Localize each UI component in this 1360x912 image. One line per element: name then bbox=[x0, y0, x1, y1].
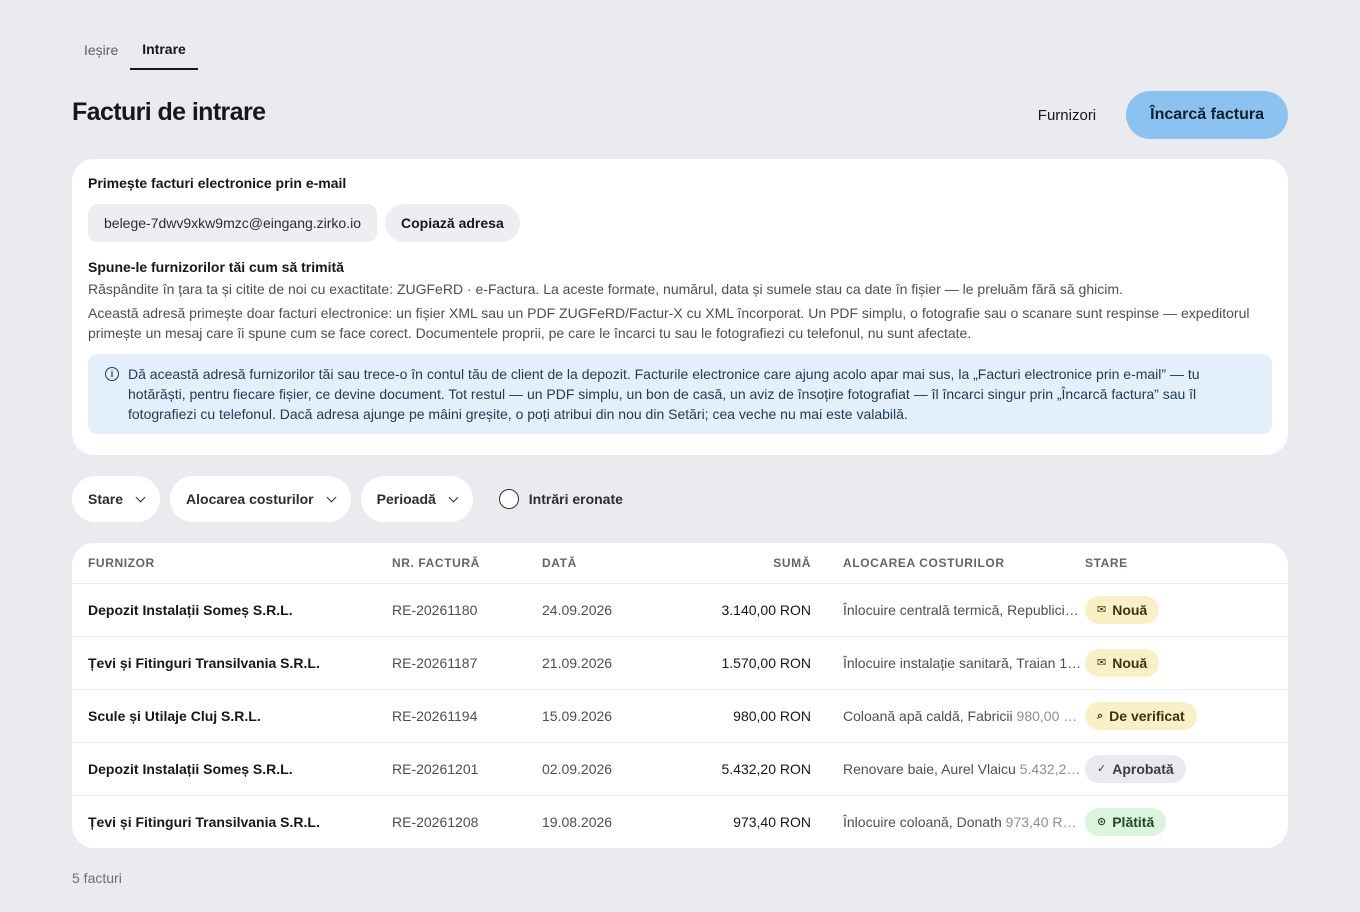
chevron-down-icon bbox=[448, 492, 459, 502]
col-status[interactable]: STARE bbox=[1085, 556, 1285, 570]
invoice-date: 21.09.2026 bbox=[542, 655, 613, 671]
invoice-amount: 1.570,00 RON bbox=[721, 655, 812, 671]
col-supplier[interactable]: FURNIZOR bbox=[72, 556, 392, 570]
cost-allocation-filter-label: Alocarea costurilor bbox=[186, 491, 314, 507]
invoices-table: FURNIZOR NR. FACTURĂ DATĂ SUMĂ ALOCAREA … bbox=[72, 543, 1288, 848]
invoice-date: 24.09.2026 bbox=[542, 602, 613, 618]
status-cell: ⌕ De verificat bbox=[1085, 702, 1285, 730]
page-title: Facturi de intrare bbox=[72, 98, 266, 126]
supplier-name: Scule și Utilaje Cluj S.R.L. bbox=[88, 708, 261, 724]
status-icon: ⌕ bbox=[1097, 709, 1104, 722]
invoice-amount: 980,00 RON bbox=[733, 708, 811, 724]
period-filter-label: Perioadă bbox=[376, 491, 436, 507]
upload-invoice-button[interactable]: Încarcă factura bbox=[1126, 91, 1288, 139]
status-label: Nouă bbox=[1112, 602, 1148, 618]
cost-allocation-filter[interactable]: Alocarea costurilor bbox=[170, 476, 351, 522]
allocation-project: Înlocuire instalație sanitară, Traian 1… bbox=[843, 655, 1082, 671]
info-notice: i Dă această adresă furnizorilor tăi sau… bbox=[88, 354, 1272, 434]
allocation-project: Înlocuire centrală termică, Republici… bbox=[843, 602, 1079, 618]
status-icon: ✉ bbox=[1097, 603, 1107, 616]
invoice-date: 19.08.2026 bbox=[542, 814, 613, 830]
status-label: Plătită bbox=[1112, 814, 1155, 830]
status-cell: ✉ Nouă bbox=[1085, 649, 1285, 677]
invoice-amount: 3.140,00 RON bbox=[721, 602, 812, 618]
cost-allocation: Înlocuire instalație sanitară, Traian 1… bbox=[811, 655, 1085, 671]
allocation-project: Coloană apă caldă, Fabricii bbox=[843, 708, 1013, 724]
inbox-email-address[interactable]: belege-7dwv9xkw9mzc@eingang.zirko.io bbox=[88, 204, 378, 242]
erroneous-entries-checkbox[interactable] bbox=[498, 489, 519, 509]
status-filter-label: Stare bbox=[88, 491, 124, 507]
status-icon: ⊙ bbox=[1097, 815, 1107, 828]
table-row[interactable]: Depozit Instalații Someș S.R.L. RE-202611… bbox=[72, 583, 1288, 636]
table-header-row: FURNIZOR NR. FACTURĂ DATĂ SUMĂ ALOCAREA … bbox=[72, 543, 1288, 583]
invoice-number: RE-20261201 bbox=[392, 761, 479, 777]
formats-paragraph: Răspândite în țara ta și citite de noi c… bbox=[88, 281, 1123, 297]
erroneous-entries-label: Intrări eronate bbox=[528, 491, 623, 507]
table-body: Depozit Instalații Someș S.R.L. RE-202611… bbox=[72, 583, 1288, 848]
suppliers-button[interactable]: Furnizori bbox=[1026, 107, 1108, 124]
supplier-name: Depozit Instalații Someș S.R.L. bbox=[88, 602, 293, 618]
status-label: Nouă bbox=[1112, 655, 1148, 671]
invoice-date: 02.09.2026 bbox=[542, 761, 613, 777]
supplier-name: Depozit Instalații Someș S.R.L. bbox=[88, 761, 293, 777]
table-row[interactable]: Depozit Instalații Someș S.R.L. RE-202612… bbox=[72, 742, 1288, 795]
allocation-amount: 973,40 R… bbox=[1005, 814, 1077, 830]
col-date[interactable]: DATĂ bbox=[542, 556, 642, 570]
status-badge: ⊙ Plătită bbox=[1085, 808, 1167, 836]
cost-allocation: Înlocuire coloană, Donath 973,40 R… bbox=[811, 814, 1085, 830]
status-icon: ✓ bbox=[1097, 762, 1107, 775]
tab-iesire[interactable]: Ieșire bbox=[72, 30, 130, 70]
suppliers-instructions-heading: Spune-le furnizorilor tăi cum să trimită bbox=[88, 259, 344, 275]
invoice-number: RE-20261180 bbox=[392, 602, 478, 618]
col-amount[interactable]: SUMĂ bbox=[642, 556, 811, 570]
erroneous-entries-toggle[interactable]: Intrări eronate bbox=[498, 489, 623, 509]
chevron-down-icon bbox=[326, 492, 337, 502]
invoice-number: RE-20261194 bbox=[392, 708, 478, 724]
allocation-project: Renovare baie, Aurel Vlaicu bbox=[843, 761, 1016, 777]
status-badge: ✉ Nouă bbox=[1085, 596, 1160, 624]
status-label: Aprobată bbox=[1112, 761, 1174, 777]
status-badge: ✉ Nouă bbox=[1085, 649, 1160, 677]
invoice-count: 5 facturi bbox=[72, 870, 122, 886]
info-notice-text: Dă această adresă furnizorilor tăi sau t… bbox=[128, 366, 1200, 422]
filter-bar: Stare Alocarea costurilor Perioadă Intră… bbox=[72, 476, 623, 522]
allocation-amount: 5.432,2… bbox=[1019, 761, 1081, 777]
email-inbox-card: Primește facturi electronice prin e-mail… bbox=[72, 159, 1288, 455]
allocation-project: Înlocuire coloană, Donath bbox=[843, 814, 1002, 830]
status-badge: ✓ Aprobată bbox=[1085, 755, 1186, 783]
invoice-amount: 973,40 RON bbox=[733, 814, 811, 830]
invoice-number: RE-20261187 bbox=[392, 655, 478, 671]
accepted-files-paragraph: Această adresă primește doar facturi ele… bbox=[88, 305, 1250, 341]
info-icon: i bbox=[105, 367, 119, 381]
cost-allocation: Renovare baie, Aurel Vlaicu 5.432,2… bbox=[811, 761, 1085, 777]
invoice-number: RE-20261208 bbox=[392, 814, 479, 830]
table-row[interactable]: Țevi și Fitinguri Transilvania S.R.L. RE-… bbox=[72, 636, 1288, 689]
status-cell: ✓ Aprobată bbox=[1085, 755, 1285, 783]
table-row[interactable]: Scule și Utilaje Cluj S.R.L. RE-20261194 1… bbox=[72, 689, 1288, 742]
status-badge: ⌕ De verificat bbox=[1085, 702, 1197, 730]
status-icon: ✉ bbox=[1097, 656, 1107, 669]
status-cell: ⊙ Plătită bbox=[1085, 808, 1285, 836]
supplier-name: Țevi și Fitinguri Transilvania S.R.L. bbox=[88, 655, 320, 671]
col-allocation[interactable]: ALOCAREA COSTURILOR bbox=[811, 556, 1085, 570]
invoice-amount: 5.432,20 RON bbox=[721, 761, 812, 777]
copy-address-button[interactable]: Copiază adresa bbox=[385, 204, 520, 242]
status-cell: ✉ Nouă bbox=[1085, 596, 1285, 624]
supplier-name: Țevi și Fitinguri Transilvania S.R.L. bbox=[88, 814, 320, 830]
table-row[interactable]: Țevi și Fitinguri Transilvania S.R.L. RE-… bbox=[72, 795, 1288, 848]
email-row: belege-7dwv9xkw9mzc@eingang.zirko.io Cop… bbox=[88, 204, 1272, 242]
chevron-down-icon bbox=[135, 492, 146, 502]
cost-allocation: Înlocuire centrală termică, Republici… bbox=[811, 602, 1085, 618]
tab-bar: Ieșire Intrare bbox=[72, 30, 198, 70]
invoice-date: 15.09.2026 bbox=[542, 708, 613, 724]
cost-allocation: Coloană apă caldă, Fabricii 980,00 … bbox=[811, 708, 1085, 724]
allocation-amount: 980,00 … bbox=[1016, 708, 1078, 724]
email-card-heading: Primește facturi electronice prin e-mail bbox=[88, 175, 347, 191]
col-invoice-no[interactable]: NR. FACTURĂ bbox=[392, 556, 542, 570]
period-filter[interactable]: Perioadă bbox=[360, 476, 473, 522]
status-filter[interactable]: Stare bbox=[72, 476, 161, 522]
header-actions: Furnizori Încarcă factura bbox=[1026, 91, 1288, 139]
tab-intrare[interactable]: Intrare bbox=[130, 30, 198, 70]
status-label: De verificat bbox=[1109, 708, 1185, 724]
